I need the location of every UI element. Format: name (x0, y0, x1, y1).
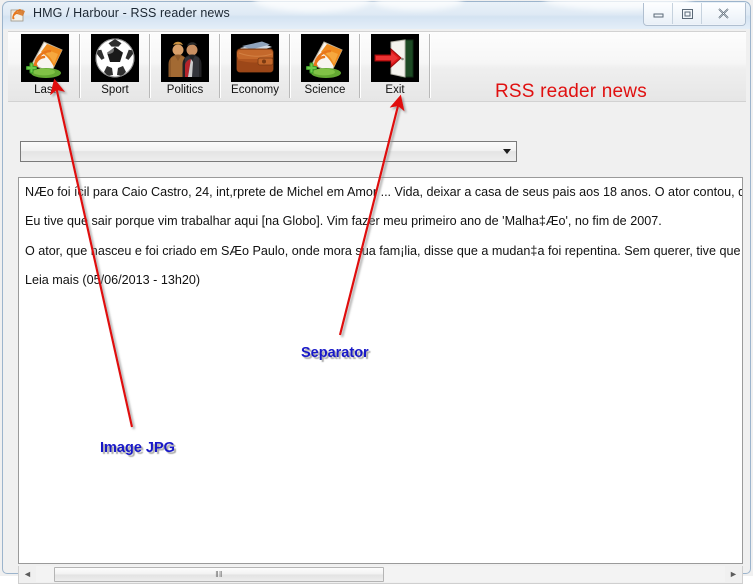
toolbar-buttons: Last Sport Politics Economy Science Exit (16, 32, 436, 103)
toolbar-label: Science (304, 84, 346, 96)
application-icon (10, 9, 25, 22)
scroll-left-button[interactable]: ◄ (19, 566, 36, 582)
annotation-separator: Separator (301, 345, 369, 361)
horizontal-scrollbar[interactable]: ◄ ‖‖ ► (18, 566, 743, 584)
page-title: RSS reader news (495, 81, 647, 102)
toolbar-separator (429, 34, 431, 98)
feed-select[interactable] (20, 141, 517, 162)
toolbar-separator (359, 34, 361, 98)
toolbar-separator (149, 34, 151, 98)
caption-button-group (643, 3, 746, 26)
close-button[interactable] (702, 3, 745, 24)
close-icon (718, 8, 729, 19)
annotation-image-jpg: Image JPG (100, 440, 175, 456)
minimize-button[interactable] (644, 3, 673, 24)
scroll-right-button[interactable]: ► (725, 566, 742, 582)
toolbar-button-science[interactable]: Science (296, 32, 354, 100)
client-area: Last Sport Politics Economy Science Exit… (2, 29, 751, 584)
news-line: Leia mais (05/06/2013 - 13h20) (25, 273, 201, 287)
titlebar[interactable]: HMG / Harbour - RSS reader news (2, 1, 751, 29)
people-talking-icon (161, 34, 209, 82)
rss-add-icon (301, 34, 349, 82)
window-title: HMG / Harbour - RSS reader news (33, 6, 230, 20)
maximize-icon (681, 8, 693, 19)
toolbar-button-exit[interactable]: Exit (366, 32, 424, 100)
application-window: HMG / Harbour - RSS reader news Last Spo… (0, 0, 753, 584)
scrollbar-track[interactable]: ‖‖ (36, 566, 725, 582)
maximize-button[interactable] (673, 3, 702, 24)
news-line: Eu tive que sair porque vim trabalhar aq… (25, 214, 662, 228)
chevron-down-icon[interactable] (503, 149, 511, 154)
triangle-right-icon: ► (729, 568, 738, 579)
toolbar-button-politics[interactable]: Politics (156, 32, 214, 100)
toolbar-button-economy[interactable]: Economy (226, 32, 284, 100)
toolbar-button-sport[interactable]: Sport (86, 32, 144, 100)
wallet-icon (231, 34, 279, 82)
exit-door-arrow-icon (371, 34, 419, 82)
toolbar-label: Economy (231, 84, 279, 96)
news-text-area[interactable]: NÆo foi ícil para Caio Castro, 24, int,r… (18, 177, 743, 564)
toolbar-label: Last (34, 84, 56, 96)
toolbar-label: Politics (166, 84, 204, 96)
toolbar-label: Sport (101, 84, 129, 96)
news-line: O ator, que nasceu e foi criado em SÆo P… (25, 244, 743, 258)
triangle-left-icon: ◄ (23, 568, 32, 579)
toolbar-separator (79, 34, 81, 98)
news-line: NÆo foi ícil para Caio Castro, 24, int,r… (25, 185, 743, 199)
rss-add-icon (21, 34, 69, 82)
toolbar-button-last[interactable]: Last (16, 32, 74, 100)
minimize-icon (653, 13, 663, 18)
scrollbar-thumb[interactable]: ‖‖ (54, 567, 384, 582)
grip-icon: ‖‖ (215, 570, 223, 579)
toolbar-separator (289, 34, 291, 98)
toolbar-label: Exit (385, 84, 405, 96)
soccer-ball-icon (91, 34, 139, 82)
toolbar-separator (219, 34, 221, 98)
